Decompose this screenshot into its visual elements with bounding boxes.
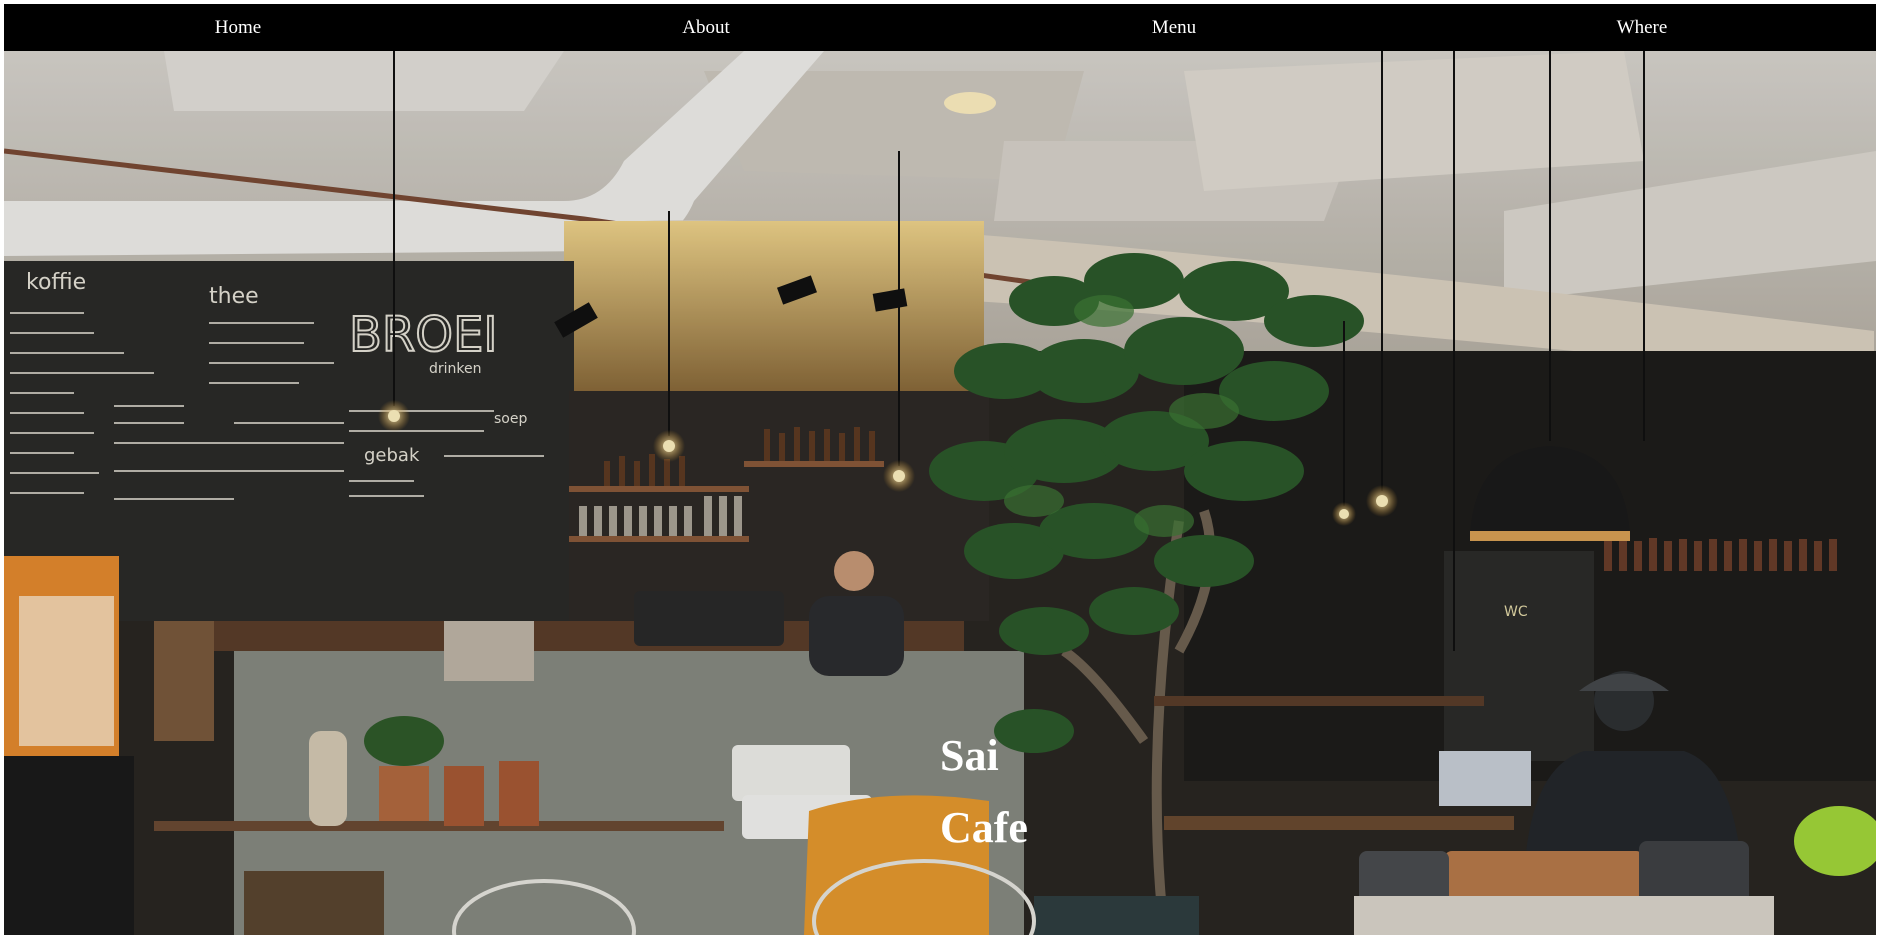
hero-title: Sai Cafe (940, 720, 1028, 864)
nav-link-menu[interactable]: Menu (940, 17, 1408, 39)
nav-link-home[interactable]: Home (4, 17, 472, 39)
hero-title-line-1: Sai (940, 731, 999, 781)
page: Home About Menu Where koffie thee BROEI … (0, 0, 1877, 935)
nav-link-about[interactable]: About (472, 17, 940, 39)
hero-section: koffie thee BROEI drinken gebak soep WC … (4, 51, 1876, 935)
hero-title-line-2: Cafe (940, 803, 1028, 853)
nav-link-where[interactable]: Where (1408, 17, 1876, 39)
top-nav-bar: Home About Menu Where (4, 4, 1876, 51)
